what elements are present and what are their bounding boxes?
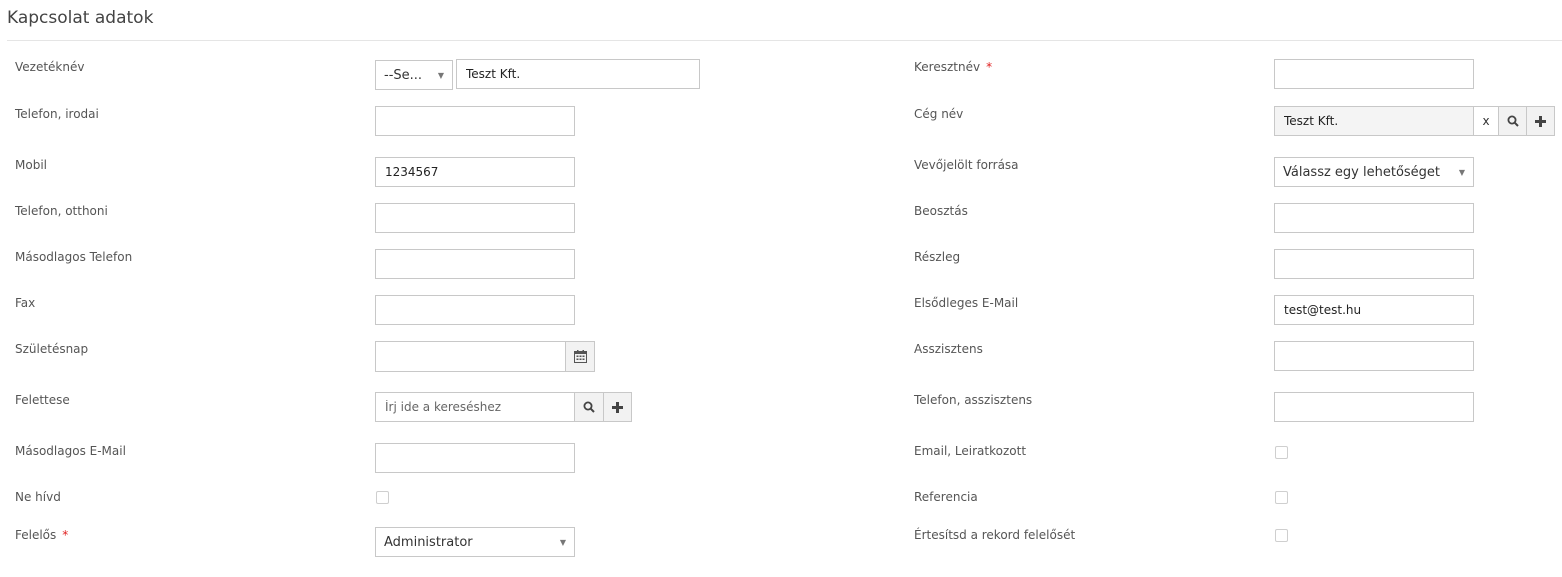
label-masodlagos-telefon: Másodlagos Telefon bbox=[15, 250, 133, 264]
label-telefon-otthoni: Telefon, otthoni bbox=[15, 204, 108, 218]
required-marker: * bbox=[986, 60, 993, 74]
salutation-value: --Se... bbox=[384, 67, 423, 83]
search-icon bbox=[583, 401, 595, 413]
label-asszisztens: Asszisztens bbox=[914, 342, 983, 356]
vevojelolt-forrasa-value: Válassz egy lehetőséget bbox=[1283, 164, 1441, 180]
ertesitsd-checkbox[interactable] bbox=[1275, 529, 1288, 542]
label-szuletesnap: Születésnap bbox=[15, 342, 89, 356]
salutation-select[interactable]: --Se... ▼ bbox=[375, 60, 453, 90]
reszleg-input[interactable] bbox=[1274, 249, 1474, 279]
felettese-add-button[interactable] bbox=[603, 392, 632, 422]
vezeteknev-input[interactable] bbox=[456, 59, 700, 89]
elsodleges-email-input[interactable] bbox=[1274, 295, 1474, 325]
label-masodlagos-email: Másodlagos E-Mail bbox=[15, 444, 126, 458]
label-mobil: Mobil bbox=[15, 158, 47, 172]
label-keresztnev: Keresztnév * bbox=[914, 60, 992, 74]
vevojelolt-forrasa-select[interactable]: Válassz egy lehetőséget ▼ bbox=[1274, 157, 1474, 187]
label-ne-hivd: Ne hívd bbox=[15, 490, 61, 504]
label-ertesitsd: Értesítsd a rekord felelősét bbox=[914, 528, 1076, 542]
keresztnev-input[interactable] bbox=[1274, 59, 1474, 89]
mobil-input[interactable] bbox=[375, 157, 575, 187]
email-leiratkozott-checkbox[interactable] bbox=[1275, 446, 1288, 459]
title-divider bbox=[7, 40, 1562, 41]
chevron-down-icon: ▼ bbox=[1458, 167, 1465, 177]
required-marker: * bbox=[62, 528, 69, 542]
fax-input[interactable] bbox=[375, 295, 575, 325]
felettese-search-input[interactable] bbox=[375, 392, 575, 422]
label-email-leiratkozott: Email, Leiratkozott bbox=[914, 444, 1027, 458]
search-icon bbox=[1507, 115, 1519, 127]
szuletesnap-input[interactable] bbox=[375, 341, 566, 372]
ne-hivd-checkbox[interactable] bbox=[376, 491, 389, 504]
label-vezeteknev: Vezetéknév bbox=[15, 60, 85, 74]
label-referencia: Referencia bbox=[914, 490, 978, 504]
label-fax: Fax bbox=[15, 296, 36, 310]
felelos-value: Administrator bbox=[384, 534, 473, 550]
telefon-otthoni-input[interactable] bbox=[375, 203, 575, 233]
ceg-nev-clear-button[interactable]: x bbox=[1473, 106, 1499, 136]
label-vevojelolt-forrasa: Vevőjelölt forrása bbox=[914, 158, 1019, 172]
chevron-down-icon: ▼ bbox=[437, 70, 444, 80]
label-felettese: Felettese bbox=[15, 393, 70, 407]
label-telefon-irodai: Telefon, irodai bbox=[15, 107, 99, 121]
plus-icon bbox=[1535, 115, 1546, 127]
label-telefon-asszisztens: Telefon, asszisztens bbox=[914, 393, 1033, 407]
plus-icon bbox=[612, 401, 623, 413]
ceg-nev-search-button[interactable] bbox=[1498, 106, 1527, 136]
masodlagos-email-input[interactable] bbox=[375, 443, 575, 473]
label-felelos: Felelős * bbox=[15, 528, 68, 542]
felelos-select[interactable]: Administrator ▼ bbox=[375, 527, 575, 557]
label-ceg-nev: Cég név bbox=[914, 107, 964, 121]
telefon-asszisztens-input[interactable] bbox=[1274, 392, 1474, 422]
page-title: Kapcsolat adatok bbox=[7, 8, 154, 28]
referencia-checkbox[interactable] bbox=[1275, 491, 1288, 504]
label-keresztnev-text: Keresztnév bbox=[914, 60, 981, 74]
beosztas-input[interactable] bbox=[1274, 203, 1474, 233]
felettese-search-button[interactable] bbox=[574, 392, 604, 422]
masodlagos-telefon-input[interactable] bbox=[375, 249, 575, 279]
calendar-button[interactable] bbox=[565, 341, 595, 372]
label-reszleg: Részleg bbox=[914, 250, 961, 264]
calendar-icon bbox=[573, 350, 587, 363]
label-beosztas: Beosztás bbox=[914, 204, 968, 218]
label-elsodleges-email: Elsődleges E-Mail bbox=[914, 296, 1019, 310]
ceg-nev-add-button[interactable] bbox=[1526, 106, 1555, 136]
telefon-irodai-input[interactable] bbox=[375, 106, 575, 136]
chevron-down-icon: ▼ bbox=[559, 537, 566, 547]
label-felelos-text: Felelős bbox=[15, 528, 57, 542]
asszisztens-input[interactable] bbox=[1274, 341, 1474, 371]
ceg-nev-input[interactable] bbox=[1274, 106, 1474, 136]
